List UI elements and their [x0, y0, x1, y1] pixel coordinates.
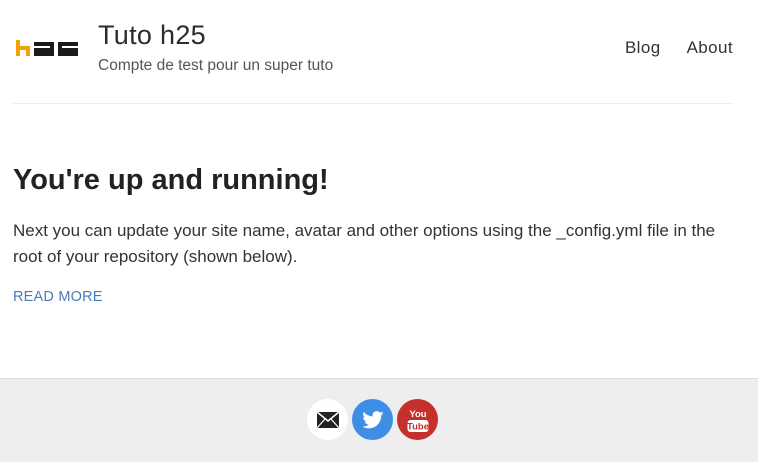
nav-link-blog[interactable]: Blog — [625, 38, 661, 58]
post-preview: You're up and running! Next you can upda… — [13, 160, 733, 306]
twitter-icon — [361, 410, 383, 428]
site-description: Compte de test pour un super tuto — [98, 57, 334, 74]
twitter-button[interactable] — [352, 399, 393, 440]
svg-text:Tube: Tube — [407, 421, 429, 432]
site-title[interactable]: Tuto h25 — [98, 20, 206, 51]
youtube-icon: You Tube — [407, 409, 429, 433]
social-links: You Tube — [307, 399, 438, 440]
read-more-link[interactable]: READ MORE — [13, 289, 103, 305]
post-title[interactable]: You're up and running! — [13, 160, 733, 200]
youtube-button[interactable]: You Tube — [397, 399, 438, 440]
email-icon — [315, 410, 340, 428]
main-nav: Blog About — [625, 38, 733, 58]
svg-text:You: You — [409, 409, 426, 420]
site-logo[interactable] — [16, 38, 80, 58]
masthead: Tuto h25 Compte de test pour un super tu… — [13, 0, 733, 104]
footer: You Tube — [0, 378, 758, 462]
page: Tuto h25 Compte de test pour un super tu… — [0, 0, 758, 462]
email-button[interactable] — [307, 399, 348, 440]
post-excerpt: Next you can update your site name, avat… — [13, 221, 716, 266]
nav-link-about[interactable]: About — [687, 38, 733, 58]
